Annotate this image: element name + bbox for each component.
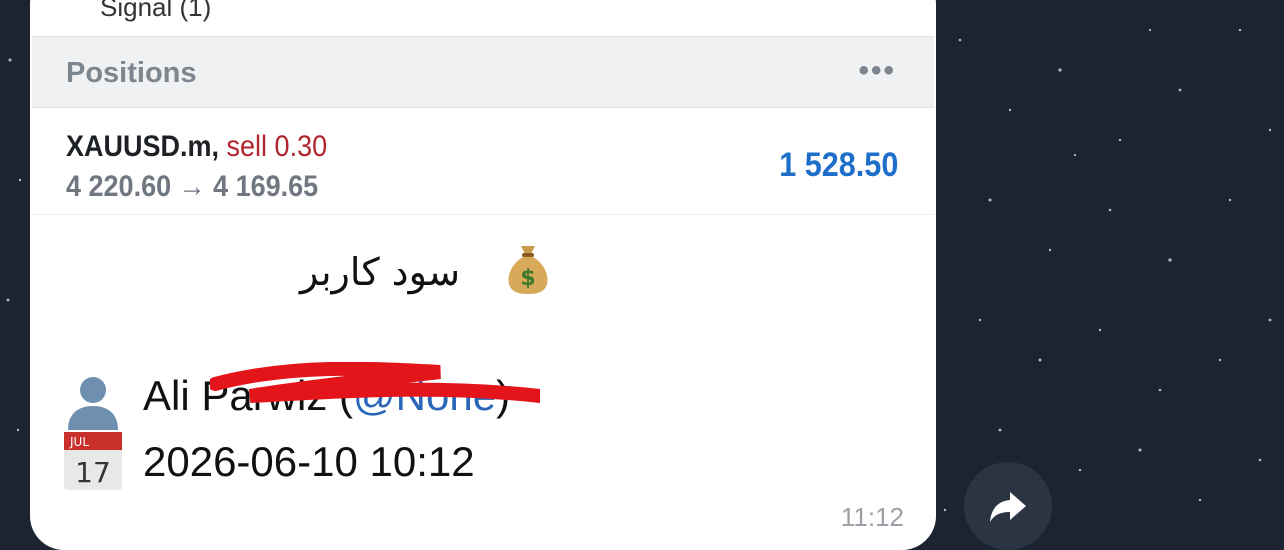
position-row: XAUUSD.m, sell 0.30 4 220.60 → 4 169.65 …: [32, 108, 934, 215]
more-dots-icon: •••: [858, 54, 896, 87]
position-side: sell 0.30: [226, 130, 328, 163]
calendar-icon: JUL 17: [64, 432, 122, 490]
position-symbol: XAUUSD.m, sell 0.30: [66, 130, 327, 164]
calendar-day: 17: [75, 456, 111, 489]
position-prices: 4 220.60 → 4 169.65: [66, 170, 319, 203]
money-bag-icon: $: [508, 246, 548, 294]
date-value: 2026-06-10 10:12: [143, 438, 475, 485]
message-bubble[interactable]: Signal (1) Positions ••• XAUUSD.m, sell …: [30, 0, 936, 550]
symbol-text: XAUUSD.m,: [66, 130, 220, 163]
position-profit: 1 528.50: [778, 146, 898, 184]
svg-text:$: $: [520, 266, 535, 291]
previous-text-snippet: Signal (1): [100, 0, 212, 22]
positions-screenshot: Positions ••• XAUUSD.m, sell 0.30 4 220.…: [32, 36, 934, 215]
forward-button[interactable]: [964, 462, 1052, 550]
forward-arrow-icon: [990, 492, 1026, 522]
positions-title: Positions: [66, 57, 197, 89]
caption-text: سود کاربر: [300, 250, 461, 294]
calendar-month: JUL: [69, 435, 89, 449]
message-time: 11:12: [840, 502, 904, 532]
redaction-scribble: [210, 362, 540, 403]
user-silhouette-icon: [68, 377, 118, 430]
positions-header: Positions •••: [32, 36, 934, 108]
